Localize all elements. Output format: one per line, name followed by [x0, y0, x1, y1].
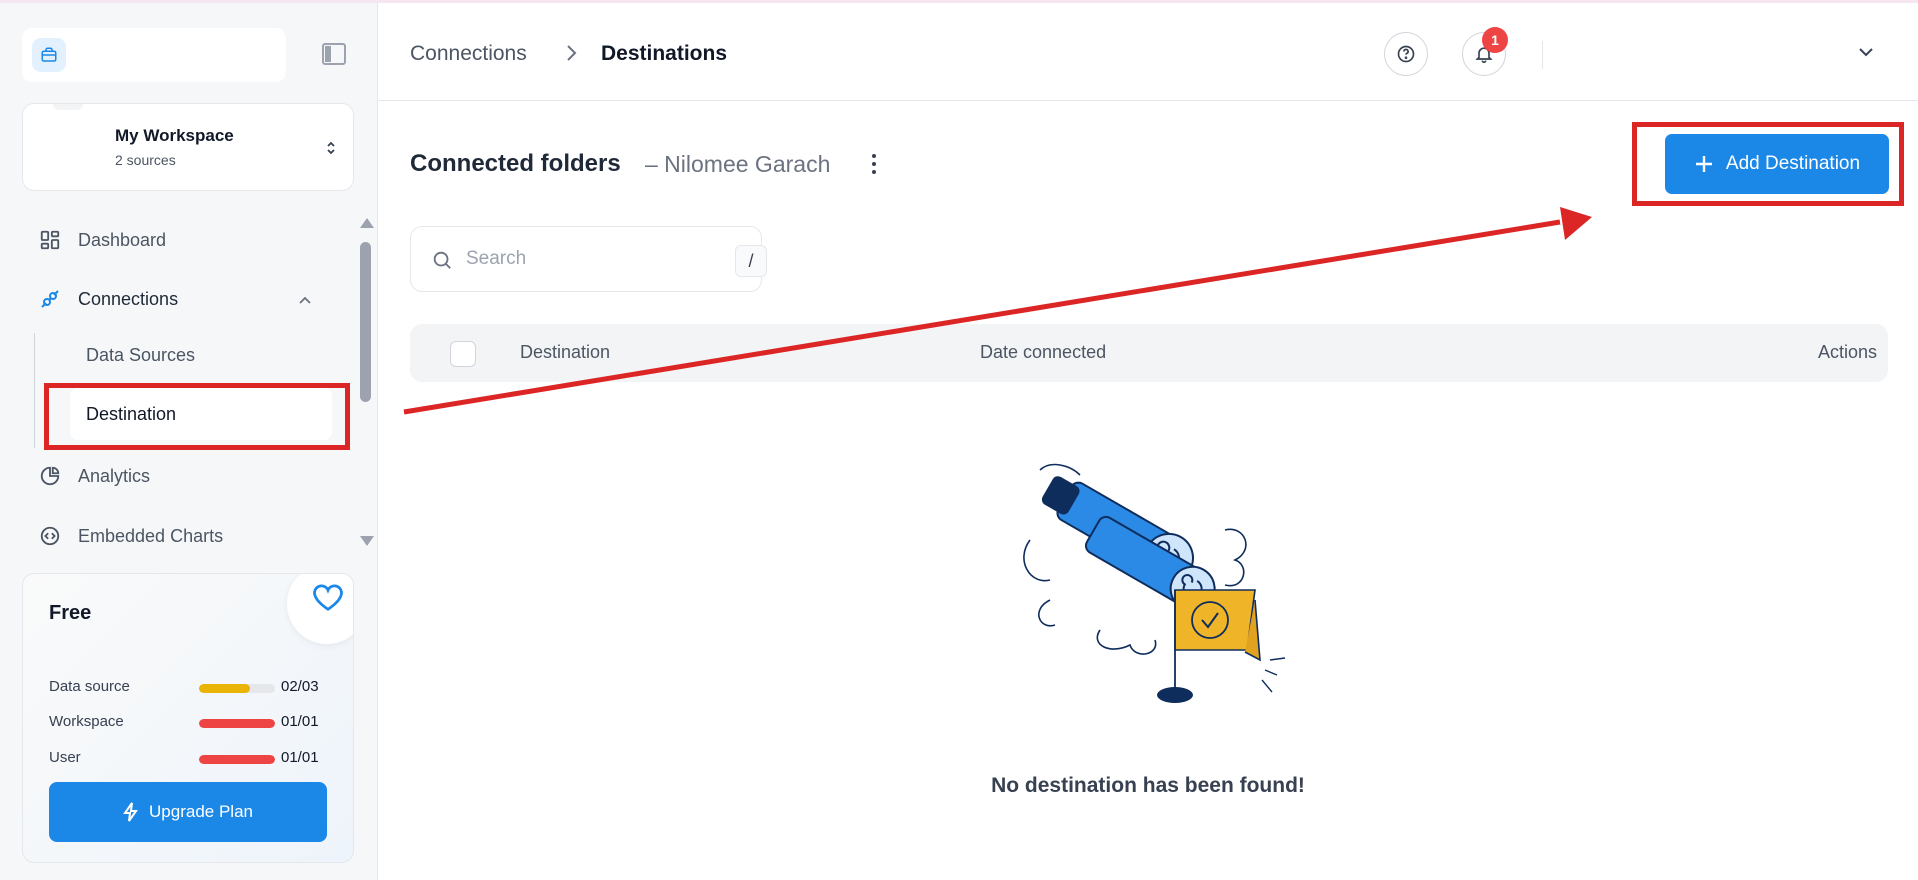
lightning-icon — [123, 802, 138, 822]
workspace-logo-box[interactable] — [22, 28, 286, 82]
sidebar-item-label: Embedded Charts — [78, 525, 224, 546]
annotation-highlight-destination — [44, 383, 350, 450]
pie-chart-icon — [36, 462, 64, 490]
plan-usage-row: Workspace 01/01 — [49, 713, 339, 733]
plan-usage-fill — [199, 684, 250, 693]
heart-icon — [313, 584, 343, 611]
sidebar-item-label: Data Sources — [86, 344, 196, 365]
page-subtitle: – Nilomee Garach — [645, 151, 831, 177]
chevron-up-icon[interactable] — [298, 295, 312, 305]
plan-usage-label: Data source — [49, 678, 130, 695]
plan-usage-row: Data source 02/03 — [49, 678, 339, 698]
column-header-actions: Actions — [1817, 342, 1877, 362]
plan-usage-value: 02/03 — [281, 678, 319, 695]
scroll-down-arrow-icon[interactable] — [360, 536, 374, 546]
header-divider — [1542, 41, 1543, 69]
search-input[interactable] — [466, 239, 696, 279]
sidebar-item-label: Connections — [78, 288, 179, 309]
workspace-switcher[interactable]: My Workspace 2 sources — [22, 103, 354, 191]
embed-icon — [36, 522, 64, 550]
scroll-up-arrow-icon[interactable] — [360, 218, 374, 228]
plan-usage-bar — [199, 755, 275, 764]
workspace-source-count: 2 sources — [115, 152, 176, 168]
plug-icon — [36, 285, 64, 313]
plan-usage-value: 01/01 — [281, 713, 319, 730]
plan-card: Free Data source 02/03 Workspace 01/01 U… — [22, 573, 354, 863]
upgrade-plan-button[interactable]: Upgrade Plan — [49, 782, 327, 842]
plan-usage-row: User 01/01 — [49, 749, 339, 769]
top-header: Connections Destinations 1 — [378, 3, 1918, 101]
table-header: Destination Date connected Actions — [410, 324, 1888, 382]
sidebar-item-connections[interactable]: Connections — [22, 279, 178, 319]
plan-usage-fill — [199, 719, 275, 728]
empty-state-message: No destination has been found! — [991, 774, 1305, 797]
scrollbar-thumb[interactable] — [360, 242, 371, 402]
breadcrumb-connections[interactable]: Connections — [410, 42, 527, 66]
plan-usage-bar — [199, 719, 275, 728]
column-header-destination[interactable]: Destination — [520, 342, 610, 363]
plan-title: Free — [49, 602, 92, 624]
sidebar-item-data-sources[interactable]: Data Sources — [70, 329, 332, 381]
sidebar-item-label: Analytics — [78, 465, 151, 486]
column-header-date-connected[interactable]: Date connected — [980, 342, 1106, 363]
workspace-avatar — [53, 104, 83, 110]
notification-count-badge: 1 — [1482, 27, 1508, 53]
sidebar-item-embedded-charts[interactable]: Embedded Charts — [22, 516, 223, 556]
sidebar-scrollbar[interactable] — [356, 218, 374, 548]
submenu-guide-line — [34, 333, 35, 448]
annotation-highlight-add-button — [1632, 122, 1904, 206]
more-options-icon[interactable] — [868, 152, 880, 176]
user-menu-chevron-down-icon[interactable] — [1858, 46, 1874, 58]
select-all-checkbox[interactable] — [450, 341, 476, 367]
sidebar-collapse-icon[interactable] — [322, 43, 346, 65]
plan-usage-value: 01/01 — [281, 749, 319, 766]
workspace-name: My Workspace — [115, 126, 234, 145]
search-shortcut-key: / — [735, 245, 767, 277]
plan-usage-fill — [199, 755, 275, 764]
plan-heart-badge — [287, 574, 353, 644]
sidebar-item-dashboard[interactable]: Dashboard — [22, 220, 166, 260]
sidebar-item-label: Dashboard — [78, 229, 167, 250]
chevron-updown-icon — [327, 141, 335, 155]
plan-usage-label: User — [49, 749, 81, 766]
upgrade-plan-label: Upgrade Plan — [149, 802, 253, 821]
help-button[interactable] — [1384, 32, 1428, 76]
empty-state-illustration — [1023, 463, 1286, 703]
dashboard-icon — [36, 226, 64, 254]
page-title: Connected folders — [410, 150, 621, 177]
search-icon — [433, 251, 451, 269]
help-icon — [1397, 45, 1415, 63]
sidebar-item-analytics[interactable]: Analytics — [22, 456, 150, 496]
plan-usage-label: Workspace — [49, 713, 124, 730]
briefcase-icon — [32, 38, 66, 72]
breadcrumb-destinations: Destinations — [601, 42, 728, 65]
plan-usage-bar — [199, 684, 275, 693]
search-box: / — [410, 226, 767, 292]
chevron-right-icon — [567, 45, 577, 61]
